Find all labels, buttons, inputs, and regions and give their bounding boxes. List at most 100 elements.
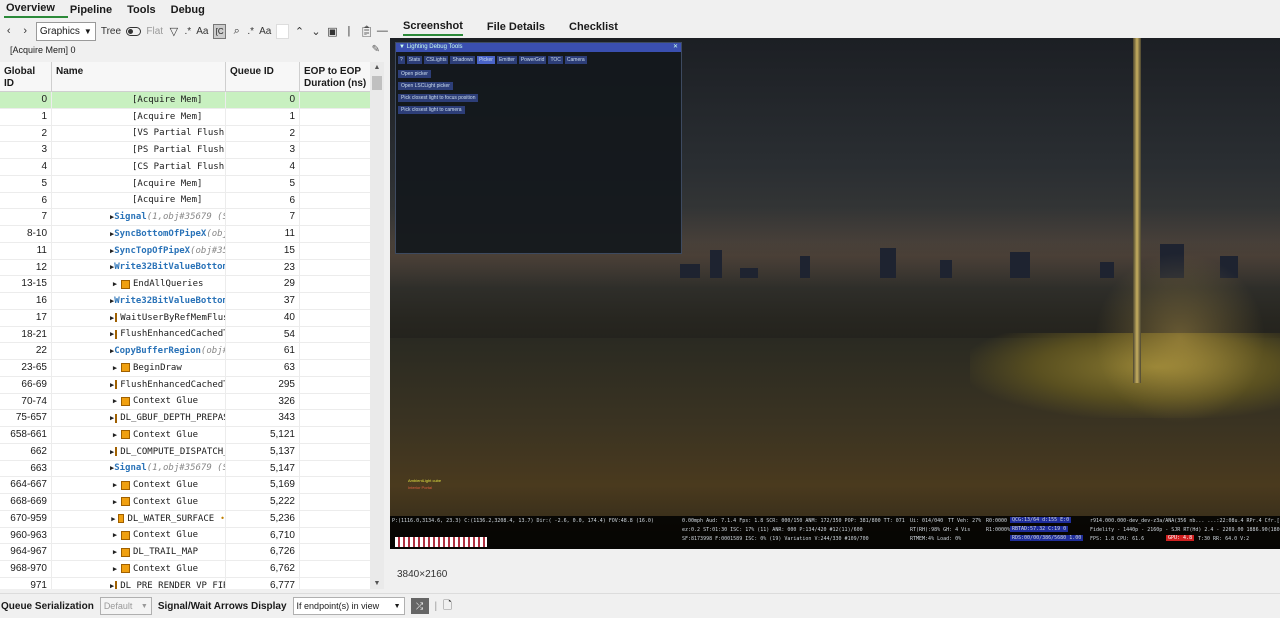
search-case-toggle[interactable]: Aa [259,26,271,37]
expand-arrow-icon[interactable]: ▶ [110,377,114,393]
expand-arrow-icon[interactable]: ▶ [110,360,120,376]
shuffle-arrows-button[interactable]: ⤮ [410,598,429,614]
expand-arrow-icon[interactable]: ▶ [110,511,117,527]
row-name-cell: ▶ Context Glue [52,527,226,544]
back-arrow-icon[interactable]: ‹ [3,25,14,37]
expand-arrow-icon[interactable]: ▶ [110,494,120,510]
table-row[interactable]: 971 ▶ DL_PRE_RENDER_VP_FIRST6,777 [0,577,384,589]
expand-arrow-icon[interactable]: ▶ [110,327,114,343]
table-row[interactable]: 968-970 ▶ Context Glue 6,762 [0,561,384,578]
table-row[interactable]: 6 [Acquire Mem] 6 [0,192,384,210]
table-row[interactable]: 658-661 ▶ Context Glue 5,121 [0,427,384,444]
scroll-down-icon[interactable]: ▼ [370,580,384,587]
table-row[interactable]: 23-65 ▶ BeginDraw 63 [0,360,384,377]
table-row[interactable]: 0 [Acquire Mem] 0 [0,92,384,109]
table-row[interactable]: 17 ▶ WaitUserByRefMemFlushed (…40 [0,309,384,327]
table-row[interactable]: 8-10▶SyncBottomOfPipeX(obj#359…11 [0,226,384,243]
pencil-icon[interactable]: ✎ [372,43,380,57]
row-global-id: 670-959 [0,510,52,527]
regex-toggle[interactable]: .* [185,26,192,37]
scroll-up-icon[interactable]: ▲ [370,64,384,71]
table-row[interactable]: 18-21 ▶ FlushEnhancedCachedTransi…54 [0,326,384,344]
table-row[interactable]: 13-15 ▶ EndAllQueries 29 [0,276,384,293]
clipboard-icon[interactable]: 📋︎ [360,25,374,38]
expand-arrow-icon[interactable]: ▶ [110,444,114,460]
expand-arrow-icon[interactable]: ▶ [110,578,114,589]
chevron-down-icon: ▼ [393,602,401,610]
chevron-down-nav-icon[interactable]: ⌄ [310,25,321,38]
api-select[interactable]: Graphics ▼ [35,21,96,41]
tree-flat-toggle[interactable] [126,26,142,36]
arrows-display-select[interactable]: If endpoint(s) in view ▼ [292,597,405,615]
expand-arrow-icon[interactable]: ▶ [110,427,120,443]
menu-tools[interactable]: Tools [125,4,169,18]
table-row[interactable]: 16▶Write32BitValueBottomOfPi…37 [0,293,384,310]
row-eop-duration [300,293,372,309]
table-row[interactable]: 662 ▶ DL_COMPUTE_DISPATCH_KICK5,137 [0,443,384,461]
forward-arrow-icon[interactable]: › [19,25,30,37]
filter-icon[interactable]: ▽ [168,25,179,38]
table-row[interactable]: 670-959 ▶ DL_WATER_SURFACE • 5,236 [0,510,384,528]
table-row[interactable]: 664-667 ▶ Context Glue 5,169 [0,477,384,494]
row-queue-id: 5,236 [226,510,300,527]
tab-file-details[interactable]: File Details [487,21,545,35]
table-row[interactable]: 2 [VS Partial Flush] 2 [0,125,384,143]
row-queue-id: 23 [226,259,300,276]
row-queue-id: 6 [226,192,300,209]
row-name: DL_COMPUTE_DISPATCH_KICK [120,446,225,457]
table-row[interactable]: 22▶CopyBufferRegion(obj#3758…61 [0,343,384,360]
table-row[interactable]: 12▶Write32BitValueBottomOfPi…23 [0,259,384,277]
table-row[interactable]: 5 [Acquire Mem] 5 [0,175,384,193]
queue-serialization-select[interactable]: Default ▼ [99,597,152,615]
search-regex-toggle[interactable]: .* [247,26,254,37]
row-name-cell: ▶CopyBufferRegion(obj#3758… [52,343,226,359]
row-global-id: 66-69 [0,376,52,393]
table-scrollbar[interactable]: ▲ ▼ [370,62,384,589]
export-icon[interactable]: ▣ [327,25,338,38]
table-row[interactable]: 964-967 ▶ DL_TRAIL_MAP 6,726 [0,544,384,561]
expand-arrow-icon[interactable]: ▶ [110,410,114,426]
event-type-icon [117,514,125,524]
expand-arrow-icon[interactable]: ▶ [110,477,120,493]
table-row[interactable]: 66-69 ▶ FlushEnhancedCachedTransi…295 [0,376,384,394]
tab-screenshot[interactable]: Screenshot [403,20,463,36]
tab-checklist[interactable]: Checklist [569,21,618,35]
table-row[interactable]: 1 [Acquire Mem] 1 [0,108,384,126]
row-global-id: 16 [0,293,52,309]
table-row[interactable]: 11▶SyncTopOfPipeX(obj#35951,…15 [0,242,384,260]
minimize-icon[interactable]: — [377,25,388,37]
expand-arrow-icon[interactable]: ▶ [110,544,120,560]
col-global-id[interactable]: Global ID [0,62,52,91]
table-row[interactable]: 960-963 ▶ Context Glue 6,710 [0,527,384,545]
table-row[interactable]: 3 [PS Partial Flush] 3 [0,142,384,159]
menu-debug[interactable]: Debug [169,4,218,18]
table-row[interactable]: 4 [CS Partial Flush] 4 [0,159,384,176]
row-queue-id: 6,777 [226,577,300,589]
col-queue-id[interactable]: Queue ID [226,62,300,91]
row-global-id: 668-669 [0,494,52,510]
expand-arrow-icon[interactable]: ▶ [110,394,120,410]
expand-arrow-icon[interactable]: ▶ [110,561,120,577]
row-queue-id: 5,169 [226,477,300,493]
filter-input-box[interactable]: [C [213,23,226,39]
search-icon[interactable]: ⌕ [231,25,242,38]
table-row[interactable]: 7▶Signal(1,obj#35679 (Submi…7 [0,209,384,226]
table-row[interactable]: 663▶Signal(1,obj#35679 (Submi…5,147 [0,460,384,478]
clipboard-icon[interactable]: 🗋︎ [443,597,452,616]
table-row[interactable]: 70-74 ▶ Context Glue 326 [0,393,384,411]
chevron-up-icon[interactable]: ⌃ [294,25,305,38]
col-name[interactable]: Name [52,62,226,91]
row-args: (1,obj#35679 (Submi… [146,463,225,474]
menu-overview[interactable]: Overview [4,2,68,18]
expand-arrow-icon[interactable]: ▶ [110,276,120,292]
menu-pipeline[interactable]: Pipeline [68,4,125,18]
game-screenshot[interactable]: ▼ Lighting Debug Tools ✕ ? Stats CSLights Sh… [390,38,1280,549]
case-sensitive-toggle[interactable]: Aa [196,26,208,37]
expand-arrow-icon[interactable]: ▶ [110,310,114,326]
search-input-box[interactable] [276,23,289,39]
table-row[interactable]: 668-669 ▶ Context Glue 5,222 [0,494,384,511]
col-eop-duration[interactable]: EOP to EOP Duration (ns) [300,62,372,91]
expand-arrow-icon[interactable]: ▶ [110,528,120,544]
scrollbar-thumb[interactable] [372,76,382,90]
table-row[interactable]: 75-657▶DL_GBUF_DEPTH_PREPASS•343 [0,410,384,427]
